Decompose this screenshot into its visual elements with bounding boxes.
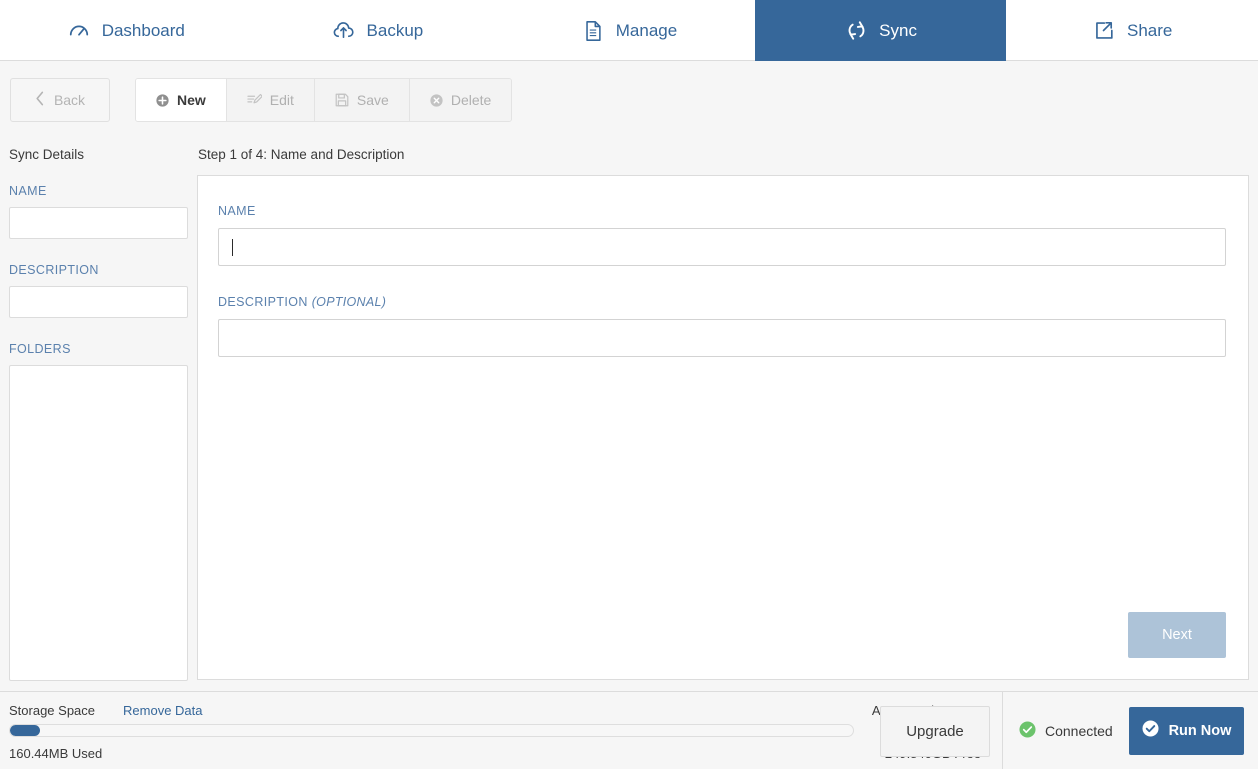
nav-tab-label: Manage <box>616 22 677 39</box>
gauge-icon <box>67 19 91 43</box>
nav-tab-label: Sync <box>879 22 917 39</box>
description-input[interactable] <box>218 319 1226 357</box>
storage-space-label: Storage Space <box>9 703 95 718</box>
edit-button-label: Edit <box>270 92 294 108</box>
delete-button[interactable]: Delete <box>410 79 511 121</box>
text-cursor <box>232 239 233 256</box>
nav-tab-backup[interactable]: Backup <box>252 0 504 61</box>
nav-tab-label: Share <box>1127 22 1172 39</box>
external-link-icon <box>1092 19 1116 43</box>
run-now-label: Run Now <box>1169 723 1232 739</box>
nav-tab-label: Backup <box>367 22 424 39</box>
description-label-text: DESCRIPTION <box>218 295 308 309</box>
sidebar-name-field[interactable] <box>9 207 188 239</box>
nav-tab-share[interactable]: Share <box>1006 0 1258 61</box>
status-bar: Storage Space Remove Data Account Size: … <box>0 691 1258 769</box>
sidebar-description-field[interactable] <box>9 286 188 318</box>
sync-arrows-icon <box>844 19 868 43</box>
description-field-label: DESCRIPTION (OPTIONAL) <box>218 295 1226 309</box>
sidebar-folders-label: FOLDERS <box>9 342 197 356</box>
storage-figures-row: 160.44MB Used 249.840GB Free <box>9 746 992 761</box>
step-title: Step 1 of 4: Name and Description <box>197 147 1249 162</box>
main-navigation: Dashboard Backup Manage <box>0 0 1258 61</box>
floppy-disk-icon <box>335 93 349 107</box>
nav-tab-dashboard[interactable]: Dashboard <box>0 0 252 61</box>
check-circle-icon <box>1019 721 1036 741</box>
wizard-area: Step 1 of 4: Name and Description NAME D… <box>197 139 1258 691</box>
x-circle-icon <box>430 94 443 107</box>
plus-circle-icon <box>156 94 169 107</box>
nav-tab-sync[interactable]: Sync <box>755 0 1007 61</box>
new-button-label: New <box>177 92 206 108</box>
wizard-panel: NAME DESCRIPTION (OPTIONAL) Next <box>197 175 1249 680</box>
storage-used-text: 160.44MB Used <box>9 746 102 761</box>
save-button-label: Save <box>357 92 389 108</box>
connection-status-label: Connected <box>1045 723 1113 739</box>
next-button[interactable]: Next <box>1128 612 1226 658</box>
crud-button-group: New Edit Save <box>135 78 512 122</box>
save-button[interactable]: Save <box>315 79 410 121</box>
nav-tab-label: Dashboard <box>102 22 185 39</box>
sidebar-name-label: NAME <box>9 184 197 198</box>
connection-status: Connected <box>1019 721 1113 741</box>
remove-data-link[interactable]: Remove Data <box>123 703 202 718</box>
storage-section: Storage Space Remove Data Account Size: … <box>0 692 1002 769</box>
description-optional-text: (OPTIONAL) <box>312 295 387 309</box>
storage-progress-row <box>9 724 992 737</box>
sync-details-sidebar: Sync Details NAME DESCRIPTION FOLDERS <box>0 139 197 691</box>
delete-button-label: Delete <box>451 92 491 108</box>
sidebar-title: Sync Details <box>9 147 197 162</box>
sidebar-description-label: DESCRIPTION <box>9 263 197 277</box>
chevron-left-icon <box>35 91 45 109</box>
nav-tab-manage[interactable]: Manage <box>503 0 755 61</box>
connection-section: Connected Run Now <box>1002 692 1258 769</box>
back-button[interactable]: Back <box>10 78 110 122</box>
storage-header-row: Storage Space Remove Data Account Size: … <box>9 703 992 718</box>
back-button-label: Back <box>54 92 85 108</box>
run-now-button[interactable]: Run Now <box>1129 707 1244 755</box>
sidebar-folders-list[interactable] <box>9 365 188 681</box>
new-button[interactable]: New <box>136 79 227 121</box>
edit-button[interactable]: Edit <box>227 79 315 121</box>
storage-progress-fill <box>10 725 40 736</box>
cloud-upload-icon <box>332 19 356 43</box>
document-icon <box>581 19 605 43</box>
content-area: Sync Details NAME DESCRIPTION FOLDERS St… <box>0 139 1258 691</box>
name-input[interactable] <box>218 228 1226 266</box>
action-toolbar: Back New Edit <box>0 61 1258 139</box>
check-circle-icon <box>1142 720 1159 741</box>
edit-pencil-icon <box>247 93 262 107</box>
name-field-label: NAME <box>218 204 1226 218</box>
upgrade-button[interactable]: Upgrade <box>880 706 990 757</box>
storage-progress-bar <box>9 724 854 737</box>
